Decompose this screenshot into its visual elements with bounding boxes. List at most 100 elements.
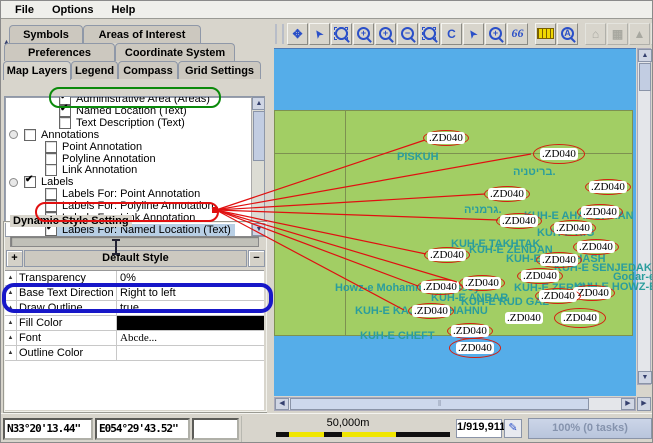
map-canvas[interactable] [274,48,636,396]
tree-scroll-up-icon[interactable]: ▲ [252,97,265,110]
tree-item-label: Administrative Area (Areas) [76,96,210,105]
tree-item-labels-for-point-annotation[interactable]: Labels For: Point Annotation [45,188,200,200]
pan-tool-icon[interactable]: ✥ [287,23,308,45]
scrollbar-corner-icon[interactable]: ▶ [637,397,651,411]
select-features-tool-icon[interactable]: ➤ [463,23,484,45]
tree-item-administrative-area-areas-[interactable]: Administrative Area (Areas) [59,96,210,105]
style-row-outline-color[interactable]: ▲Outline Color [5,346,264,361]
tree-scrollbar[interactable]: ▲ ▼ [251,97,265,236]
refresh-tool-icon[interactable]: C [441,23,462,45]
tab-map-layers[interactable]: Map Layers [3,61,71,80]
leader-origin-dot [212,207,218,213]
style-row-base-text-direction[interactable]: ▲Base Text DirectionRight to left [5,286,264,301]
dynamic-style-title: Dynamic Style Setting [10,215,132,227]
latitude-field[interactable]: N33°20'13.44" [3,418,93,440]
status-bar: N33°20'13.44" E054°29'43.52" 50,000m 1/9… [1,413,653,443]
zoom-extent-tool-icon[interactable] [419,23,440,45]
sort-arrow-icon: ▲ [5,331,17,345]
toolbar-drag-handle[interactable] [275,24,284,44]
tab-row-3: Map LayersLegendCompassGrid Settings [3,61,261,79]
scale-segment [276,432,289,437]
find-label-tool-icon[interactable]: A [557,23,578,45]
dynamic-style-group: Dynamic Style Setting + Default Style − … [3,221,268,413]
style-table-header[interactable]: Default Style [24,250,247,267]
toolbar-separator [579,23,584,45]
center-map-tool-icon[interactable]: + [485,23,506,45]
tree-checkbox[interactable] [45,200,57,212]
style-row-draw-outline[interactable]: ▲Draw Outlinetrue [5,301,264,316]
tree-item-label: Labels For: Polyline Annotation [62,200,214,212]
add-style-button[interactable]: + [6,250,23,267]
find-tool-icon[interactable]: 66 [507,23,528,45]
tree-checkbox[interactable] [59,105,71,117]
longitude-field[interactable]: E054°29'43.52" [95,418,190,440]
map-vscrollbar-thumb[interactable] [639,63,651,91]
tab-symbols[interactable]: Symbols [9,25,83,43]
tree-checkbox[interactable] [45,188,57,200]
style-row-transparency[interactable]: ▲Transparency0% [5,271,264,286]
tree-item-annotations[interactable]: Annotations [9,129,99,141]
elevation-field[interactable] [192,418,239,440]
tree-item-named-location-text-[interactable]: Named Location (Text) [59,105,187,117]
map-hscrollbar-thumb[interactable]: ‖ [290,398,589,410]
tree-item-labels[interactable]: Labels [9,176,73,188]
cursor-glyph: ➤ [467,27,481,40]
property-name: Base Text Direction [17,286,117,300]
scale-segment [289,432,324,437]
tree-expand-handle-icon[interactable] [9,178,18,187]
map-scroll-right-icon[interactable]: ▶ [621,398,635,410]
zoom-window-tool-icon[interactable] [331,23,352,45]
tree-checkbox[interactable] [24,176,36,188]
menu-file[interactable]: File [7,3,42,17]
remove-style-button[interactable]: − [248,250,265,267]
tree-expand-handle-icon[interactable] [9,130,18,139]
map-vertical-scrollbar[interactable]: ▲ ▼ [637,48,651,385]
tab-legend[interactable]: Legend [71,61,118,79]
property-value[interactable] [117,346,264,360]
tree-checkbox[interactable] [59,117,71,129]
map-scroll-down-icon[interactable]: ▼ [638,371,652,384]
property-value[interactable]: Right to left [117,286,264,300]
property-value[interactable]: Abcde... [117,331,264,345]
property-value[interactable] [117,316,264,330]
panel-splitter[interactable] [267,19,273,413]
tree-checkbox[interactable] [45,164,57,176]
select-tool-icon[interactable]: ➤ [309,23,330,45]
zoom-out-tool-icon[interactable]: − [397,23,418,45]
style-slider[interactable] [10,236,259,247]
zoom-in-point-tool-icon[interactable]: + [375,23,396,45]
tree-item-point-annotation[interactable]: Point Annotation [45,141,142,153]
sort-arrow-icon: ▲ [5,271,17,285]
tab-grid-settings[interactable]: Grid Settings [178,61,261,79]
tree-checkbox[interactable] [45,153,57,165]
tab-areas-of-interest[interactable]: Areas of Interest [83,25,201,43]
map-horizontal-scrollbar[interactable]: ◀ ‖ ▶ [274,397,636,411]
measure-tool-icon[interactable] [535,23,556,45]
tab-preferences[interactable]: Preferences [4,43,115,61]
magnifier-glyph: + [379,27,392,40]
style-row-font[interactable]: ▲FontAbcde... [5,331,264,346]
tree-item-link-annotation[interactable]: Link Annotation [45,164,137,176]
style-row-fill-color[interactable]: ▲Fill Color [5,316,264,331]
tree-item-label: Annotations [41,129,99,141]
toolbar-separator [529,23,534,45]
tab-row-2: PreferencesCoordinate System [4,43,235,61]
tab-compass[interactable]: Compass [118,61,178,79]
tree-scrollbar-thumb[interactable] [253,111,265,161]
tab-coordinate-system[interactable]: Coordinate System [115,43,235,61]
tree-checkbox[interactable] [45,141,57,153]
zoom-in-tool-icon[interactable]: + [353,23,374,45]
property-value[interactable]: 0% [117,271,264,285]
property-value[interactable]: true [117,301,264,315]
magnifier-glyph [423,27,436,40]
map-scroll-up-icon[interactable]: ▲ [638,49,652,62]
edit-scale-button[interactable]: ✎ [504,419,522,438]
tree-item-text-description-text-[interactable]: Text Description (Text) [59,117,185,129]
menu-options[interactable]: Options [44,3,102,17]
tree-item-polyline-annotation[interactable]: Polyline Annotation [45,153,156,165]
scale-ratio-field[interactable]: 1/919,911 [456,419,502,438]
map-scroll-left-icon[interactable]: ◀ [275,398,289,410]
menu-help[interactable]: Help [104,3,144,17]
tree-item-labels-for-polyline-annotation[interactable]: Labels For: Polyline Annotation [45,200,214,212]
tree-checkbox[interactable] [24,129,36,141]
